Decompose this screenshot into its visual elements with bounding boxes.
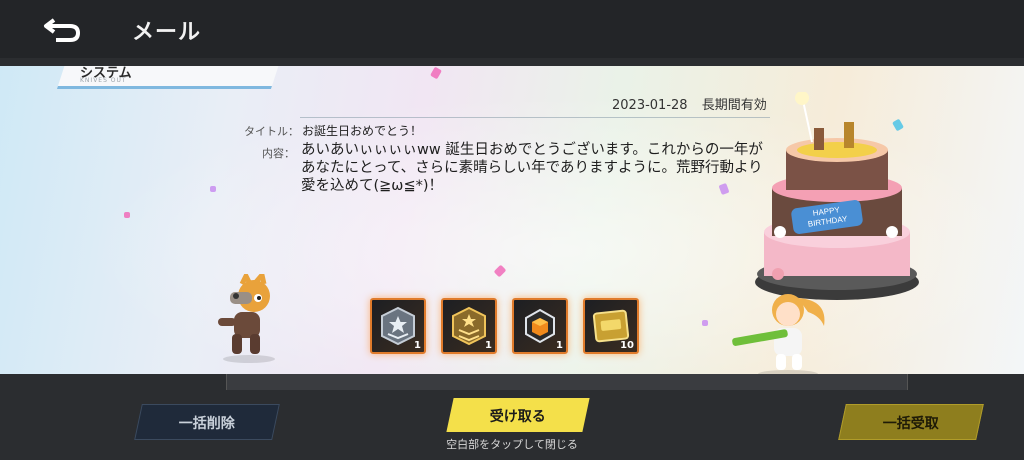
rank-badge-gold-icon	[452, 306, 486, 346]
receive-label: 受け取る	[489, 409, 546, 425]
birthday-cake-illustration: HAPPY BIRTHDAY	[755, 92, 919, 300]
reward-item[interactable]: 10	[583, 298, 639, 354]
mail-content: あいあいぃぃぃぃww 誕生日おめでとうございます。これからの一年があなたにとって…	[301, 142, 763, 194]
receive-button[interactable]: 受け取る	[446, 398, 590, 432]
mail-date: 2023-01-28	[612, 98, 688, 113]
divider	[300, 117, 770, 118]
back-arrow-icon	[44, 18, 81, 42]
rank-badge-silver-icon	[381, 306, 415, 346]
confetti	[210, 186, 216, 192]
receive-all-label: 一括受取	[882, 416, 939, 432]
confetti	[702, 320, 708, 326]
reward-count: 1	[556, 340, 563, 351]
mail-meta: 2023-01-28 長期間有効	[612, 94, 767, 113]
mascot-character-right	[732, 294, 825, 374]
reward-count: 1	[485, 340, 492, 351]
reward-count: 10	[620, 340, 634, 351]
back-button[interactable]	[40, 12, 86, 44]
title-label: タイトル：	[244, 125, 299, 138]
reward-count: 1	[414, 340, 421, 351]
confetti	[493, 264, 507, 278]
top-bar: メール	[0, 0, 1024, 58]
mail-detail-panel: システム KNIVES OUT 2023-01-28 長期間有効 タイトル： お…	[0, 66, 1024, 374]
reward-item[interactable]: 1	[441, 298, 497, 354]
content-label: 内容：	[262, 147, 295, 160]
confetti	[430, 66, 442, 80]
chest-box-icon	[525, 308, 555, 344]
page-title: メール	[132, 20, 202, 45]
receive-all-button[interactable]: 一括受取	[838, 404, 984, 440]
mail-title: お誕生日おめでとう！	[302, 124, 423, 138]
mascot-character-left	[218, 274, 275, 363]
reward-item[interactable]: 1	[370, 298, 426, 354]
category-sublabel: KNIVES OUT	[80, 77, 127, 84]
delete-all-label: 一括削除	[178, 416, 235, 432]
confetti	[124, 212, 130, 218]
panel-base	[226, 374, 908, 390]
close-hint: 空白部をタップして閉じる	[446, 438, 578, 451]
delete-all-button[interactable]: 一括削除	[134, 404, 280, 440]
reward-item[interactable]: 1	[512, 298, 568, 354]
